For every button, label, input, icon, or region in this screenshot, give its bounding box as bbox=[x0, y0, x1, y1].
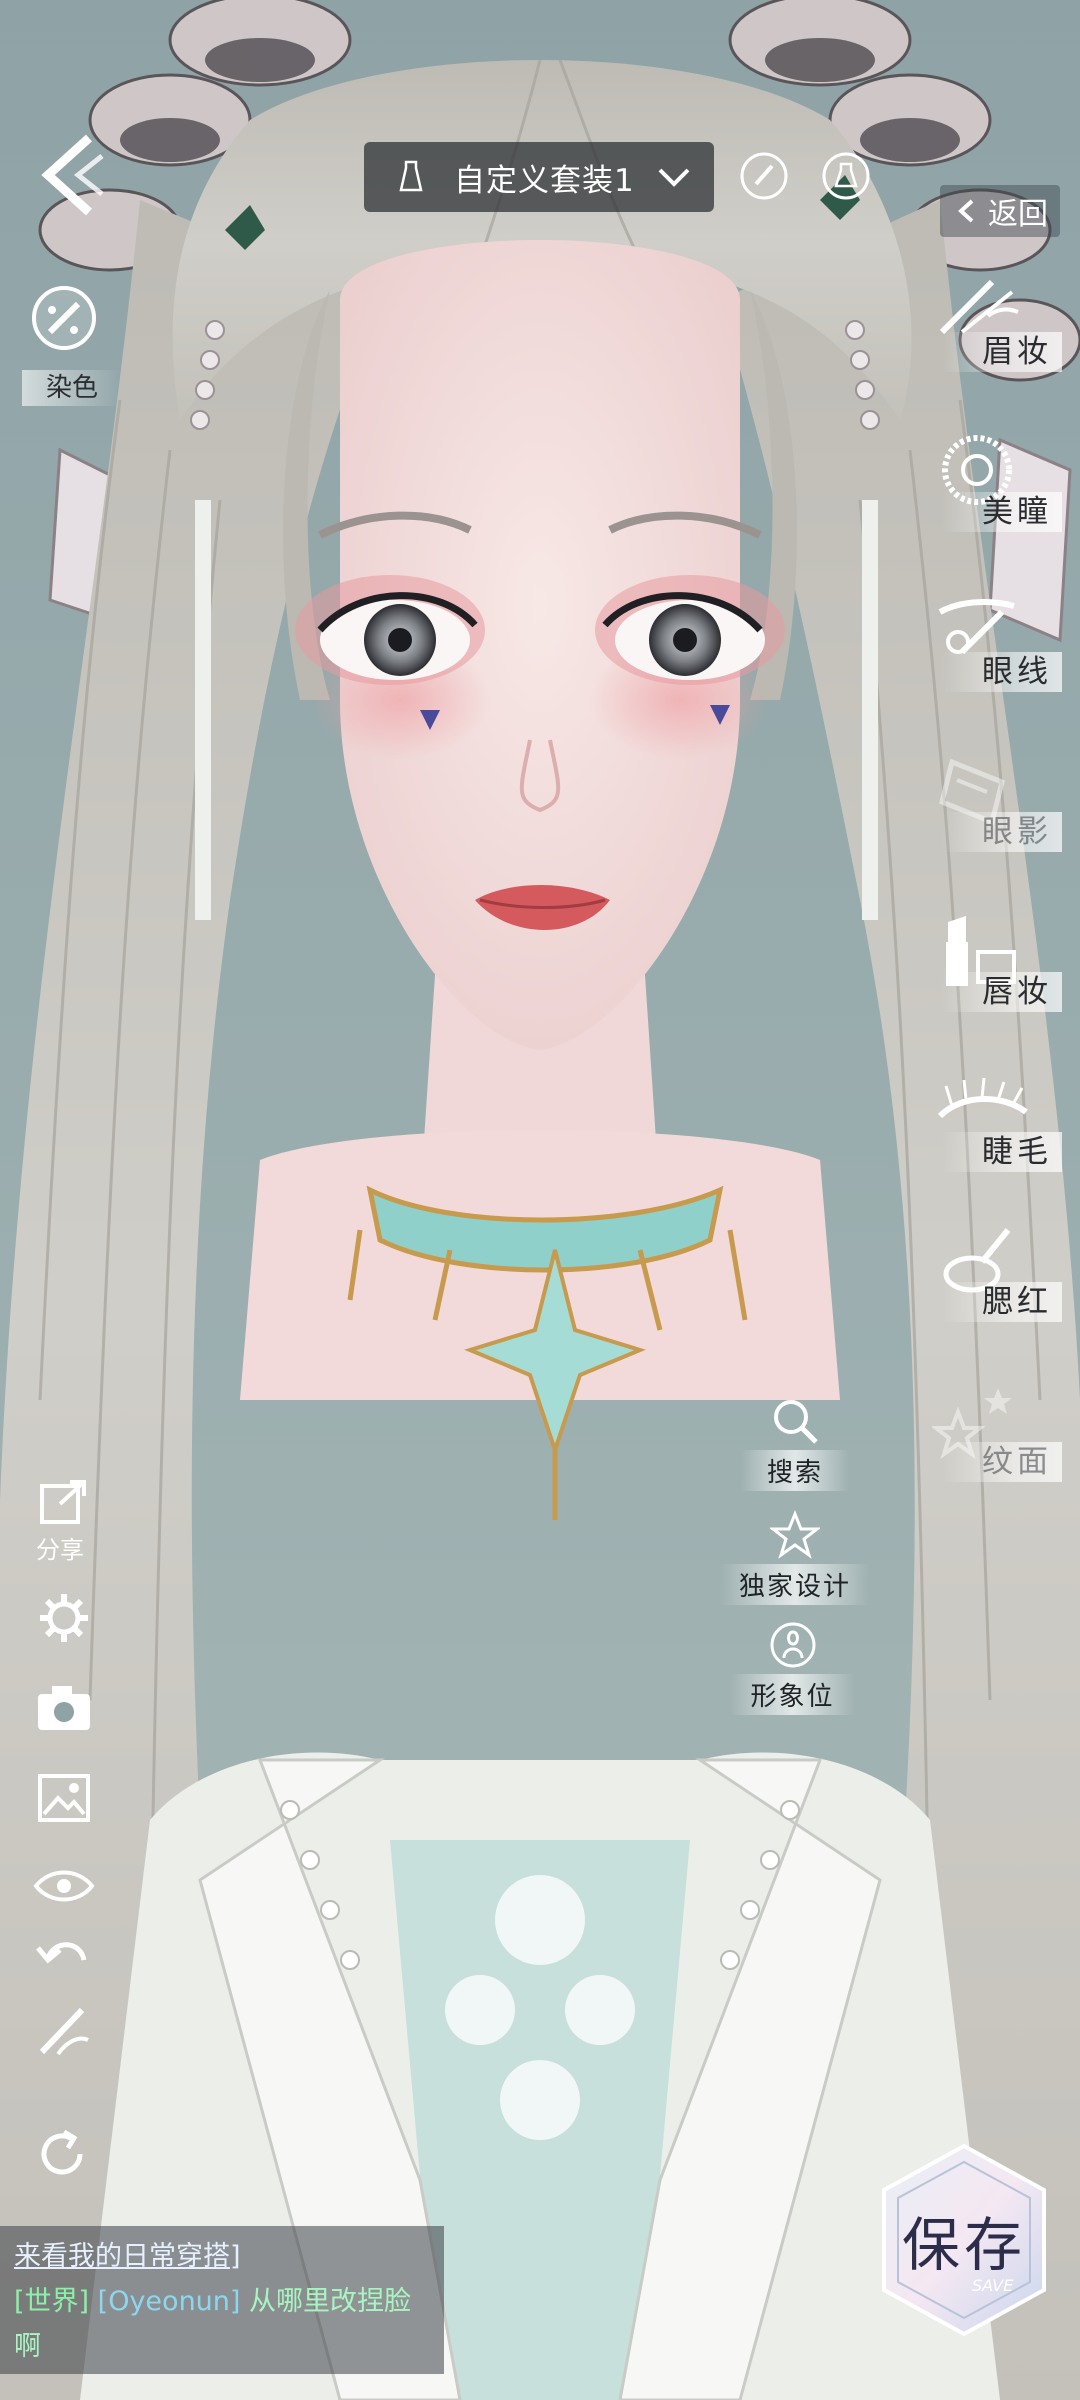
camera-icon[interactable] bbox=[28, 1680, 100, 1736]
chat-line[interactable]: 来看我的日常穿搭] bbox=[14, 2234, 430, 2279]
gallery-image-icon[interactable] bbox=[28, 1770, 100, 1826]
makeup-eyelash[interactable]: 睫毛 bbox=[932, 1072, 1062, 1172]
undo-icon[interactable] bbox=[28, 1930, 100, 1986]
search-icon bbox=[774, 1400, 818, 1444]
character-portrait bbox=[0, 0, 1080, 2400]
makeup-label: 眉妆 bbox=[942, 332, 1062, 372]
settings-gear-icon[interactable] bbox=[28, 1588, 100, 1648]
makeup-eyeliner[interactable]: 眼线 bbox=[932, 592, 1062, 692]
makeup-contact-lens[interactable]: 美瞳 bbox=[932, 432, 1062, 532]
dress-icon bbox=[399, 160, 423, 192]
share-icon[interactable] bbox=[28, 1478, 100, 1528]
back-chevron-icon[interactable] bbox=[34, 130, 104, 220]
makeup-face-tattoo[interactable]: 纹面 bbox=[932, 1382, 1062, 1482]
chevron-down-icon bbox=[658, 168, 690, 187]
makeup-label: 唇妆 bbox=[942, 972, 1062, 1012]
makeup-label: 纹面 bbox=[942, 1442, 1062, 1482]
chat-username[interactable]: [Oyeonun] bbox=[98, 2286, 241, 2317]
search-button[interactable]: 搜索 bbox=[740, 1396, 850, 1491]
chat-text-continued: 啊 bbox=[14, 2331, 41, 2362]
makeup-eyebrow[interactable]: 眉妆 bbox=[932, 272, 1062, 372]
makeup-blush[interactable]: 腮红 bbox=[932, 1222, 1062, 1322]
exclusive-design-button[interactable]: 独家设计 bbox=[720, 1510, 870, 1605]
brush-reset-icon[interactable] bbox=[28, 2000, 100, 2060]
save-button[interactable]: 保存 SAVE bbox=[876, 2140, 1052, 2340]
makeup-lipstick[interactable]: 唇妆 bbox=[932, 912, 1062, 1012]
exclusive-design-label: 独家设计 bbox=[720, 1564, 870, 1605]
share-label: 分享 bbox=[36, 1536, 84, 1564]
search-label: 搜索 bbox=[740, 1450, 850, 1491]
save-label-en: SAVE bbox=[972, 2276, 1014, 2295]
chat-panel[interactable]: 来看我的日常穿搭] [世界] [Oyeonun] 从哪里改捏脸 啊 bbox=[0, 2226, 444, 2374]
star-outline-icon bbox=[770, 1510, 820, 1559]
chevron-left-icon bbox=[958, 199, 974, 223]
portrait-slot-icon bbox=[770, 1622, 815, 1668]
dye-label[interactable]: 染色 bbox=[22, 370, 120, 406]
brush-edit-icon[interactable] bbox=[736, 148, 792, 204]
image-slot-button[interactable]: 形象位 bbox=[730, 1620, 855, 1715]
chat-message: [世界] [Oyeonun] 从哪里改捏脸 bbox=[14, 2279, 430, 2324]
eyelash-icon bbox=[937, 1077, 1028, 1119]
return-label: 返回 bbox=[988, 197, 1048, 232]
return-button[interactable]: 返回 bbox=[940, 185, 1060, 237]
save-label: 保存 bbox=[901, 2211, 1026, 2279]
outfit-name: 自定义套装1 bbox=[454, 162, 635, 199]
image-slot-label: 形象位 bbox=[730, 1674, 855, 1715]
makeup-label: 腮红 bbox=[942, 1282, 1062, 1322]
makeup-eyeshadow[interactable]: 眼影 bbox=[932, 752, 1062, 852]
chat-text: 从哪里改捏脸 bbox=[249, 2286, 412, 2317]
makeup-label: 睫毛 bbox=[942, 1132, 1062, 1172]
makeup-label: 美瞳 bbox=[942, 492, 1062, 532]
dress-wardrobe-icon[interactable] bbox=[818, 148, 874, 204]
makeup-label: 眼影 bbox=[942, 812, 1062, 852]
refresh-rotate-icon[interactable] bbox=[28, 2124, 100, 2184]
palette-dye-icon[interactable] bbox=[28, 282, 100, 354]
outfit-selector[interactable]: 自定义套装1 bbox=[364, 142, 714, 212]
makeup-label: 眼线 bbox=[942, 652, 1062, 692]
chat-channel: [世界] bbox=[14, 2286, 90, 2317]
eye-visibility-icon[interactable] bbox=[28, 1866, 100, 1906]
